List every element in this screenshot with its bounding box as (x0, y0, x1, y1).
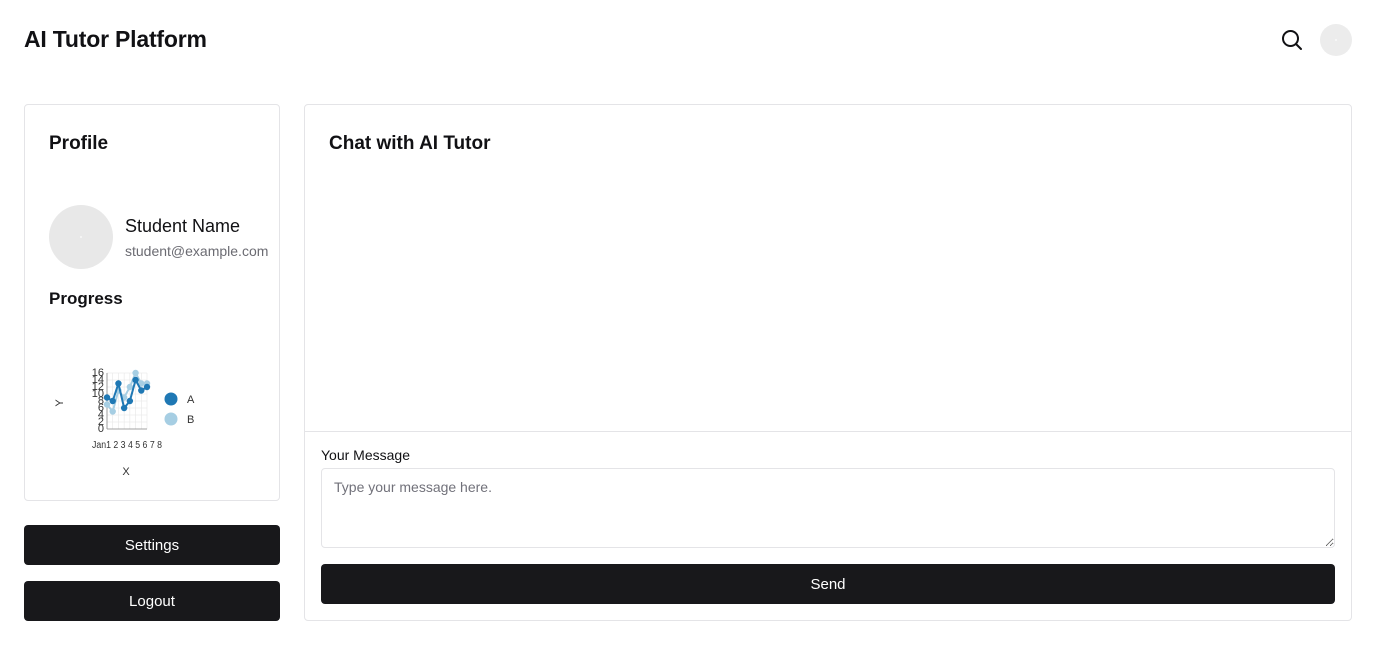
data-point (120, 404, 128, 412)
legend-label: B (187, 414, 194, 426)
data-point (126, 397, 134, 405)
chat-messages-area (305, 175, 1351, 431)
progress-heading: Progress (49, 289, 123, 308)
message-input[interactable] (321, 468, 1335, 548)
progress-chart: 0246810121416Jan1 2 3 4 5 6 7 8YXAB (54, 367, 195, 478)
y-axis-label: Y (54, 399, 66, 407)
data-point (109, 408, 116, 415)
send-button[interactable]: Send (321, 564, 1335, 604)
data-point (143, 383, 151, 391)
user-avatar[interactable] (1320, 24, 1352, 56)
logout-button[interactable]: Logout (24, 581, 280, 621)
profile-card: Profile Student Name student@example.com… (24, 104, 280, 501)
data-point (109, 397, 116, 405)
avatar (49, 205, 113, 269)
student-name: Student Name (125, 216, 241, 236)
legend-marker (164, 392, 178, 406)
legend-marker (164, 412, 178, 426)
search-icon[interactable] (1280, 28, 1304, 52)
data-point (115, 380, 122, 387)
legend-label: A (187, 394, 195, 406)
data-point (138, 387, 145, 394)
x-axis-label: X (122, 466, 130, 478)
settings-button[interactable]: Settings (24, 525, 280, 565)
data-point (132, 369, 139, 377)
data-point (132, 376, 139, 384)
data-point (103, 394, 111, 401)
profile-heading: Profile (49, 133, 109, 154)
data-point (103, 401, 111, 408)
message-label: Your Message (321, 447, 410, 463)
x-tick-label: Jan1 2 3 4 5 6 7 8 (92, 440, 162, 451)
app-title: AI Tutor Platform (24, 26, 207, 52)
chat-panel: Chat with AI Tutor Your Message Send (304, 104, 1352, 621)
divider (305, 431, 1351, 432)
student-email: student@example.com (125, 243, 269, 259)
y-tick-label: 16 (92, 367, 104, 379)
chat-heading: Chat with AI Tutor (329, 133, 491, 154)
